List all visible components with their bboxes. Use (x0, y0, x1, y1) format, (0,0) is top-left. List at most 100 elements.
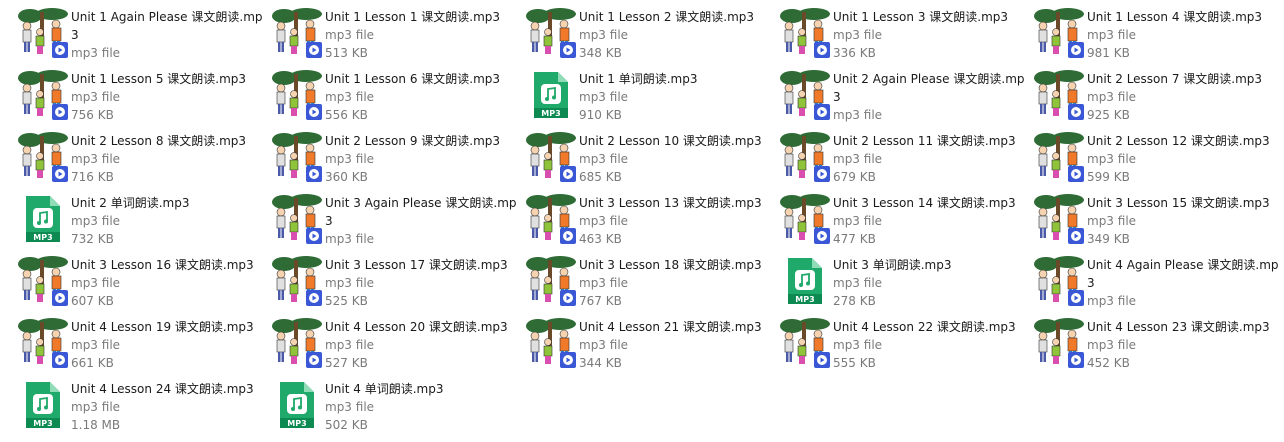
album-art-icon (1034, 318, 1084, 368)
file-type: mp3 file (71, 276, 121, 290)
album-art-icon (272, 256, 322, 306)
file-info: Unit 4 Lesson 20 课文朗读.mp3 mp3 file 527 KB (325, 318, 521, 372)
file-thumbnail (272, 8, 322, 58)
file-item[interactable]: Unit 2 Lesson 11 课文朗读.mp3 mp3 file 679 KB (780, 132, 1030, 192)
file-type: mp3 file (1087, 214, 1137, 228)
file-item[interactable]: MP3 Unit 1 单词朗读.mp3 mp3 file 910 KB (526, 70, 776, 130)
file-item[interactable]: Unit 1 Lesson 2 课文朗读.mp3 mp3 file 348 KB (526, 8, 776, 68)
file-thumbnail (272, 318, 322, 368)
file-info: Unit 4 Lesson 23 课文朗读.mp3 mp3 file 452 KB (1087, 318, 1283, 372)
mp3-badge-label: MP3 (33, 233, 52, 242)
mp3-badge-label: MP3 (541, 109, 560, 118)
file-item[interactable]: MP3 Unit 3 单词朗读.mp3 mp3 file 278 KB (780, 256, 1030, 316)
album-art-icon (526, 318, 576, 368)
file-item[interactable]: Unit 1 Lesson 3 课文朗读.mp3 mp3 file 336 KB (780, 8, 1030, 68)
file-name: Unit 3 Again Please 课文朗读.mp3 (325, 196, 517, 228)
file-item[interactable]: MP3 Unit 2 单词朗读.mp3 mp3 file 732 KB (18, 194, 268, 254)
mp3-file-icon: MP3 (280, 382, 314, 428)
file-item[interactable]: Unit 4 Lesson 21 课文朗读.mp3 mp3 file 344 KB (526, 318, 776, 378)
file-thumbnail (1034, 8, 1084, 58)
file-item[interactable]: Unit 3 Lesson 16 课文朗读.mp3 mp3 file 607 KB (18, 256, 268, 316)
file-name: Unit 3 Lesson 17 课文朗读.mp3 (325, 258, 508, 272)
file-item[interactable]: MP3 Unit 4 单词朗读.mp3 mp3 file 502 KB (272, 380, 522, 440)
file-thumbnail: MP3 (18, 194, 68, 244)
file-item[interactable]: Unit 1 Lesson 6 课文朗读.mp3 mp3 file 556 KB (272, 70, 522, 130)
file-thumbnail (18, 70, 68, 120)
file-info: Unit 4 Lesson 21 课文朗读.mp3 mp3 file 344 KB (579, 318, 775, 372)
file-type: mp3 file (325, 152, 375, 166)
file-item[interactable]: Unit 3 Lesson 15 课文朗读.mp3 mp3 file 349 KB (1034, 194, 1284, 254)
mp3-badge-label: MP3 (795, 295, 814, 304)
file-item[interactable]: Unit 2 Lesson 7 课文朗读.mp3 mp3 file 925 KB (1034, 70, 1284, 130)
file-info: Unit 3 Lesson 17 课文朗读.mp3 mp3 file 525 KB (325, 256, 521, 310)
file-item[interactable]: Unit 3 Lesson 14 课文朗读.mp3 mp3 file 477 KB (780, 194, 1030, 254)
file-thumbnail (18, 132, 68, 182)
file-type: mp3 file (579, 276, 629, 290)
file-item[interactable]: MP3 Unit 4 Lesson 24 课文朗读.mp3 mp3 file 1.18… (18, 380, 268, 440)
file-item[interactable]: Unit 4 Again Please 课文朗读.mp3 mp3 file (1034, 256, 1284, 316)
file-item[interactable]: Unit 3 Lesson 17 课文朗读.mp3 mp3 file 525 KB (272, 256, 522, 316)
file-info: Unit 1 Lesson 1 课文朗读.mp3 mp3 file 513 KB (325, 8, 521, 62)
file-name: Unit 1 Lesson 6 课文朗读.mp3 (325, 72, 501, 86)
file-type: mp3 file (325, 28, 375, 42)
file-item[interactable]: Unit 2 Lesson 8 课文朗读.mp3 mp3 file 716 KB (18, 132, 268, 192)
album-art-icon (272, 70, 322, 120)
file-info: Unit 2 Lesson 7 课文朗读.mp3 mp3 file 925 KB (1087, 70, 1283, 124)
file-size: 732 KB (71, 232, 114, 246)
file-item[interactable]: Unit 3 Lesson 18 课文朗读.mp3 mp3 file 767 KB (526, 256, 776, 316)
file-name: Unit 2 Lesson 10 课文朗读.mp3 (579, 134, 762, 148)
album-art-icon (272, 318, 322, 368)
album-art-icon (18, 70, 68, 120)
file-thumbnail (526, 318, 576, 368)
file-item[interactable]: Unit 4 Lesson 22 课文朗读.mp3 mp3 file 555 KB (780, 318, 1030, 378)
file-item[interactable]: Unit 3 Lesson 13 课文朗读.mp3 mp3 file 463 KB (526, 194, 776, 254)
file-name: Unit 2 Again Please 课文朗读.mp3 (833, 72, 1025, 104)
album-art-icon (526, 132, 576, 182)
file-item[interactable]: Unit 4 Lesson 23 课文朗读.mp3 mp3 file 452 KB (1034, 318, 1284, 378)
file-name: Unit 1 Lesson 3 课文朗读.mp3 (833, 10, 1009, 24)
file-item[interactable]: Unit 1 Lesson 4 课文朗读.mp3 mp3 file 981 KB (1034, 8, 1284, 68)
file-type: mp3 file (833, 338, 883, 352)
mp3-file-icon: MP3 (26, 196, 60, 242)
file-size: 278 KB (833, 294, 876, 308)
file-thumbnail (526, 132, 576, 182)
file-thumbnail (18, 8, 68, 58)
file-item[interactable]: Unit 1 Lesson 1 课文朗读.mp3 mp3 file 513 KB (272, 8, 522, 68)
file-thumbnail (780, 318, 830, 368)
file-size: 556 KB (325, 108, 368, 122)
file-info: Unit 4 单词朗读.mp3 mp3 file 502 KB (325, 380, 521, 434)
file-name: Unit 4 单词朗读.mp3 (325, 382, 444, 396)
file-item[interactable]: Unit 1 Lesson 5 课文朗读.mp3 mp3 file 756 KB (18, 70, 268, 130)
file-thumbnail (18, 256, 68, 306)
file-item[interactable]: Unit 4 Lesson 20 课文朗读.mp3 mp3 file 527 KB (272, 318, 522, 378)
file-type: mp3 file (325, 232, 375, 246)
file-name: Unit 2 Lesson 12 课文朗读.mp3 (1087, 134, 1270, 148)
album-art-icon (1034, 132, 1084, 182)
file-thumbnail (526, 8, 576, 58)
album-art-icon (526, 8, 576, 58)
file-item[interactable]: Unit 2 Lesson 12 课文朗读.mp3 mp3 file 599 KB (1034, 132, 1284, 192)
album-art-icon (1034, 256, 1084, 306)
mp3-badge-label: MP3 (287, 419, 306, 428)
file-item[interactable]: Unit 2 Lesson 10 课文朗读.mp3 mp3 file 685 KB (526, 132, 776, 192)
file-thumbnail (18, 318, 68, 368)
file-name: Unit 2 Lesson 7 课文朗读.mp3 (1087, 72, 1263, 86)
file-info: Unit 1 Lesson 2 课文朗读.mp3 mp3 file 348 KB (579, 8, 775, 62)
file-item[interactable]: Unit 4 Lesson 19 课文朗读.mp3 mp3 file 661 KB (18, 318, 268, 378)
file-name: Unit 1 Again Please 课文朗读.mp3 (71, 10, 263, 42)
file-size: 756 KB (71, 108, 114, 122)
file-type: mp3 file (325, 90, 375, 104)
album-art-icon (780, 318, 830, 368)
file-info: Unit 2 单词朗读.mp3 mp3 file 732 KB (71, 194, 267, 248)
file-item[interactable]: Unit 3 Again Please 课文朗读.mp3 mp3 file (272, 194, 522, 254)
file-item[interactable]: Unit 2 Again Please 课文朗读.mp3 mp3 file (780, 70, 1030, 130)
file-item[interactable]: Unit 1 Again Please 课文朗读.mp3 mp3 file (18, 8, 268, 68)
file-size: 463 KB (579, 232, 622, 246)
file-item[interactable]: Unit 2 Lesson 9 课文朗读.mp3 mp3 file 360 KB (272, 132, 522, 192)
file-thumbnail (1034, 70, 1084, 120)
file-size: 477 KB (833, 232, 876, 246)
file-thumbnail (1034, 256, 1084, 306)
file-info: Unit 4 Lesson 24 课文朗读.mp3 mp3 file 1.18 MB (71, 380, 267, 434)
file-size: 607 KB (71, 294, 114, 308)
file-type: mp3 file (1087, 338, 1137, 352)
